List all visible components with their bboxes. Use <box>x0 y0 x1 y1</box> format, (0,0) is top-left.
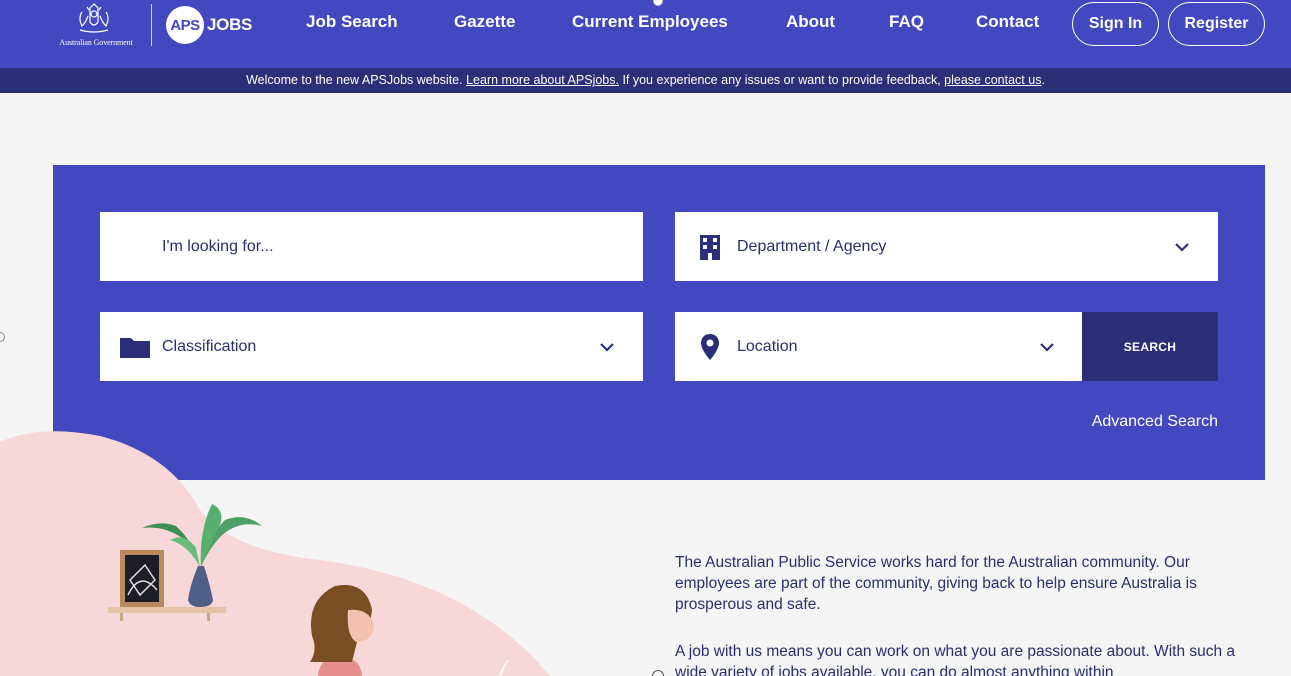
folder-icon <box>120 338 150 358</box>
register-button[interactable]: Register <box>1168 2 1265 46</box>
site-header: Australian Government APS JOBS Job Searc… <box>0 0 1291 68</box>
coat-of-arms-icon <box>79 3 109 33</box>
australian-government-logo[interactable]: Australian Government <box>52 2 140 47</box>
learn-more-link[interactable]: Learn more about APSjobs. <box>466 73 619 87</box>
logo-divider <box>151 4 152 46</box>
picture-frame <box>120 550 164 607</box>
side-ring-marker <box>0 332 5 342</box>
advanced-search-link[interactable]: Advanced Search <box>1092 413 1218 431</box>
drag-handle <box>653 0 663 6</box>
classification-label: Classification <box>162 337 257 355</box>
nav-faq[interactable]: FAQ <box>889 12 924 32</box>
nav-contact[interactable]: Contact <box>976 12 1039 32</box>
location-select[interactable]: Location <box>675 312 1083 381</box>
pink-blob-shape <box>0 431 550 676</box>
location-label: Location <box>737 337 798 355</box>
keyword-placeholder: I'm looking for... <box>162 237 274 255</box>
nav-about[interactable]: About <box>786 12 835 32</box>
intro-paragraph: A job with us means you can work on what… <box>675 643 1236 676</box>
chevron-down-icon <box>1040 343 1054 352</box>
bottom-ring-marker <box>652 670 664 676</box>
aps-logo-jobs-text: JOBS <box>207 15 253 34</box>
notice-text-middle: If you experience any issues or want to … <box>618 73 945 87</box>
nav-gazette[interactable]: Gazette <box>454 12 515 32</box>
chevron-down-icon <box>600 343 614 352</box>
search-button[interactable]: SEARCH <box>1082 312 1218 381</box>
aps-jobs-logo[interactable]: APS JOBS <box>166 5 252 45</box>
notice-bar: Welcome to the new APSJobs website. Lear… <box>0 68 1291 93</box>
keyword-search-input[interactable]: I'm looking for... <box>100 212 643 281</box>
aps-logo-circle: APS <box>166 6 204 44</box>
notice-text-after: . <box>1041 73 1045 87</box>
contact-us-link[interactable]: please contact us <box>944 73 1041 87</box>
classification-select[interactable]: Classification <box>100 312 643 381</box>
intro-paragraph: The Australian Public Service works hard… <box>675 554 1197 613</box>
sign-in-button[interactable]: Sign In <box>1072 2 1159 46</box>
chevron-down-icon <box>1175 243 1189 252</box>
department-agency-select[interactable]: Department / Agency <box>675 212 1218 281</box>
department-label: Department / Agency <box>737 237 887 255</box>
building-icon <box>700 235 720 260</box>
australian-government-text: Australian Government <box>59 38 133 47</box>
map-pin-icon <box>701 334 719 360</box>
nav-job-search[interactable]: Job Search <box>306 12 398 32</box>
intro-copy: The Australian Public Service works hard… <box>675 552 1265 676</box>
notice-text-before: Welcome to the new APSJobs website. <box>246 73 467 87</box>
hero-illustration <box>0 431 550 676</box>
nav-current-employees[interactable]: Current Employees <box>572 12 728 32</box>
